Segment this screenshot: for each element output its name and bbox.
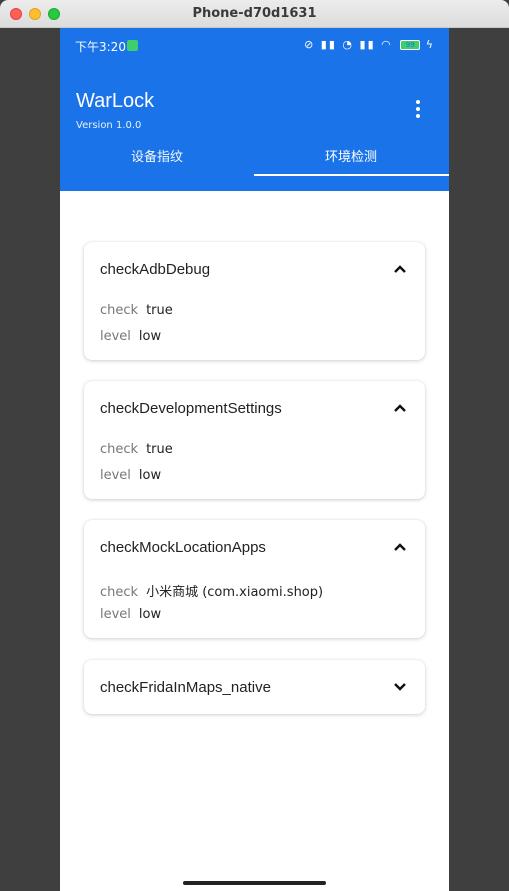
status-time: 下午3:20 — [75, 40, 126, 54]
chevron-up-icon[interactable] — [393, 542, 407, 552]
card-row: level low — [100, 607, 162, 622]
nfc-icon: ⊘ — [304, 38, 316, 51]
check-card: checkDevelopmentSettings check true level… — [84, 381, 425, 499]
signal-icon: ▮▮ — [320, 38, 337, 51]
card-title: checkAdbDebug — [100, 261, 211, 278]
app-bar: 下午3:20 ⊘ ▮▮ ◔ ▮▮ ◠ 99 ϟ WarLock Version … — [60, 28, 449, 191]
card-title: checkMockLocationApps — [100, 539, 266, 556]
app-title: WarLock — [76, 90, 155, 112]
notification-icon — [127, 40, 138, 51]
tab-bar: 设备指纹 环境检测 — [60, 148, 449, 191]
card-row: level low — [100, 468, 162, 483]
system-icons: ⊘ ▮▮ ◔ ▮▮ ◠ 99 ϟ — [304, 38, 435, 51]
card-title: checkFridaInMaps_native — [100, 679, 271, 696]
chevron-up-icon[interactable] — [393, 403, 407, 413]
card-title: checkDevelopmentSettings — [100, 400, 282, 417]
card-row: check 小米商城 (com.xiaomi.shop) — [100, 585, 324, 600]
check-list: checkAdbDebug check true level low checkDe… — [60, 191, 449, 891]
home-indicator[interactable] — [183, 881, 326, 885]
card-row: check true — [100, 303, 173, 318]
battery-icon: 99 — [400, 40, 421, 50]
app-version: Version 1.0.0 — [76, 120, 142, 131]
check-card[interactable]: checkFridaInMaps_native — [84, 660, 425, 714]
wifi-icon: ◠ — [381, 38, 393, 51]
chevron-down-icon[interactable] — [393, 682, 407, 692]
tab-device-fingerprint[interactable]: 设备指纹 — [60, 148, 254, 178]
charging-icon: ϟ — [425, 38, 435, 51]
window-titlebar: Phone-d70d1631 — [0, 0, 509, 28]
signal-3-icon: ▮▮ — [359, 38, 376, 51]
check-card: checkMockLocationApps check 小米商城 (com.xia… — [84, 520, 425, 638]
card-row: level low — [100, 329, 162, 344]
check-card: checkAdbDebug check true level low — [84, 242, 425, 360]
window-title: Phone-d70d1631 — [192, 6, 317, 21]
card-row: check true — [100, 442, 173, 457]
tab-indicator — [254, 174, 449, 176]
status-bar: 下午3:20 ⊘ ▮▮ ◔ ▮▮ ◠ 99 ϟ — [75, 38, 435, 54]
more-options-icon[interactable] — [415, 100, 421, 120]
chevron-up-icon[interactable] — [393, 264, 407, 274]
phone-screen: 下午3:20 ⊘ ▮▮ ◔ ▮▮ ◠ 99 ϟ WarLock Version … — [60, 28, 449, 891]
signal-2-icon: ◔ — [342, 38, 355, 51]
